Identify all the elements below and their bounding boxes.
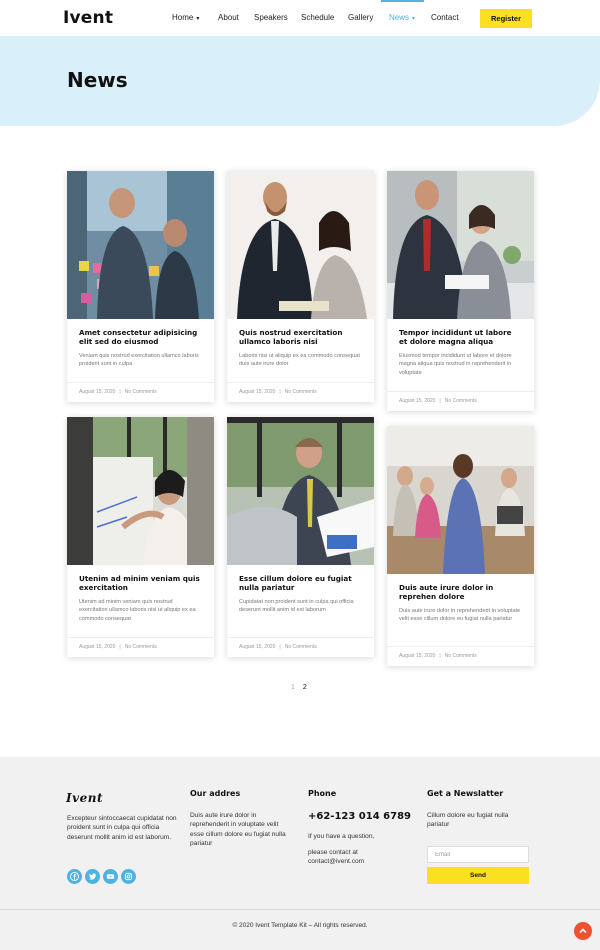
post-comments[interactable]: No Comments [125,389,157,395]
post-meta: August 15, 2020 | No Comments [67,637,214,657]
register-button[interactable]: Register [480,9,532,28]
nav-item-news[interactable]: News ▾ [389,13,415,22]
page-title: News [67,68,128,92]
nav-item-schedule[interactable]: Schedule [301,13,334,22]
pagination-page-current[interactable]: 2 [303,684,307,691]
post-card[interactable]: Esse cillum dolore eu fugiat nulla paria… [227,417,374,657]
post-meta: August 15, 2020 | No Comments [227,382,374,402]
send-button[interactable]: Send [427,867,529,884]
post-meta: August 15, 2020 | No Comments [387,391,534,411]
instagram-icon[interactable] [121,869,136,884]
post-title[interactable]: Esse cillum dolore eu fugiat nulla paria… [239,574,362,592]
nav-active-indicator [381,0,424,2]
phone-note: If you have a question, [308,833,375,840]
post-comments[interactable]: No Comments [285,389,317,395]
post-title[interactable]: Utenim ad minim veniam quis exercitation [79,574,202,592]
nav-item-label: News [389,13,410,22]
post-comments[interactable]: No Comments [445,653,477,659]
post-image[interactable] [227,417,374,565]
post-excerpt: Cupidatat non proident sunt in culpa qui… [239,599,354,614]
phone-title: Phone [308,789,337,798]
facebook-icon[interactable] [67,869,82,884]
post-comments[interactable]: No Comments [285,644,317,650]
chevron-down-icon: ▾ [196,16,200,22]
post-comments[interactable]: No Comments [445,398,477,404]
pagination: 12 [291,684,307,691]
newsletter-text: Cillum dolore eu fugiat nulla pariatur [427,812,509,829]
nav-item-label: Home [172,13,194,22]
post-meta: August 15, 2020 | No Comments [227,637,374,657]
footer-logo[interactable]: Ivent [66,791,103,805]
post-card[interactable]: Quis nostrud exercitation ullamco labori… [227,171,374,402]
chevron-up-icon [579,928,587,934]
post-image[interactable] [387,426,534,574]
post-meta: August 15, 2020 | No Comments [387,646,534,666]
post-title[interactable]: Tempor incididunt ut labore et dolore ma… [399,328,522,346]
site-header: Ivent Home ▾ About Speakers Schedule Gall… [0,0,600,36]
post-card[interactable]: Duis aute irure dolor in reprehen dolore… [387,426,534,666]
post-date: August 15, 2020 [79,389,116,395]
post-image[interactable] [67,171,214,319]
site-footer: Ivent Excepteur sintoccaecat cupidatat n… [0,757,600,950]
post-date: August 15, 2020 [399,653,436,659]
post-title[interactable]: Duis aute irure dolor in reprehen dolore [399,583,522,601]
post-excerpt: Utenim ad minim veniam quis nostrud exer… [79,599,196,622]
post-image[interactable] [67,417,214,565]
social-links [67,869,136,884]
post-image[interactable] [227,171,374,319]
post-title[interactable]: Quis nostrud exercitation ullamco labori… [239,328,362,346]
nav-item-about[interactable]: About [218,13,239,22]
post-excerpt: Veniam quis nostrud exercitation ullamco… [79,353,199,368]
email-field[interactable] [427,846,529,863]
post-card[interactable]: Utenim ad minim veniam quis exercitation… [67,417,214,657]
youtube-icon[interactable] [103,869,118,884]
post-excerpt: Eiusmod tempor incididunt ut labore et d… [399,353,512,376]
post-date: August 15, 2020 [239,644,276,650]
chevron-down-icon: ▾ [412,16,416,22]
post-card[interactable]: Tempor incididunt ut labore et dolore ma… [387,171,534,411]
post-excerpt: Laboris nisi ut aliquip ex ea commodo co… [239,353,360,368]
pagination-page-prev[interactable]: 1 [291,684,295,691]
contact-email-note[interactable]: please contact at contact@ivent.com [308,848,388,867]
address-title: Our addres [190,789,241,798]
page-banner: News [0,36,600,126]
nav-item-home[interactable]: Home ▾ [172,13,199,22]
footer-divider [0,909,600,910]
nav-item-gallery[interactable]: Gallery [348,13,373,22]
newsletter-title: Get a Newslatter [427,789,504,798]
post-image[interactable] [387,171,534,319]
post-date: August 15, 2020 [79,644,116,650]
post-date: August 15, 2020 [399,398,436,404]
post-comments[interactable]: No Comments [125,644,157,650]
site-logo[interactable]: Ivent [63,8,113,28]
post-meta: August 15, 2020 | No Comments [67,382,214,402]
copyright-text: © 2020 Ivent Template Kit – All rights r… [232,922,368,929]
twitter-icon[interactable] [85,869,100,884]
post-card[interactable]: Amet consectetur adipisicing elit sed do… [67,171,214,402]
nav-item-speakers[interactable]: Speakers [254,13,288,22]
address-text: Duis aute irure dolor in reprehenderit i… [190,812,286,848]
back-to-top-button[interactable] [574,922,592,940]
phone-number[interactable]: +62-123 014 6789 [308,811,411,822]
post-excerpt: Duis aute irure dolor in reprehenderit i… [399,608,521,623]
post-title[interactable]: Amet consectetur adipisicing elit sed do… [79,328,202,346]
footer-about-text: Excepteur sintoccaecat cupidatat non pro… [67,815,177,841]
nav-item-contact[interactable]: Contact [431,13,459,22]
post-date: August 15, 2020 [239,389,276,395]
